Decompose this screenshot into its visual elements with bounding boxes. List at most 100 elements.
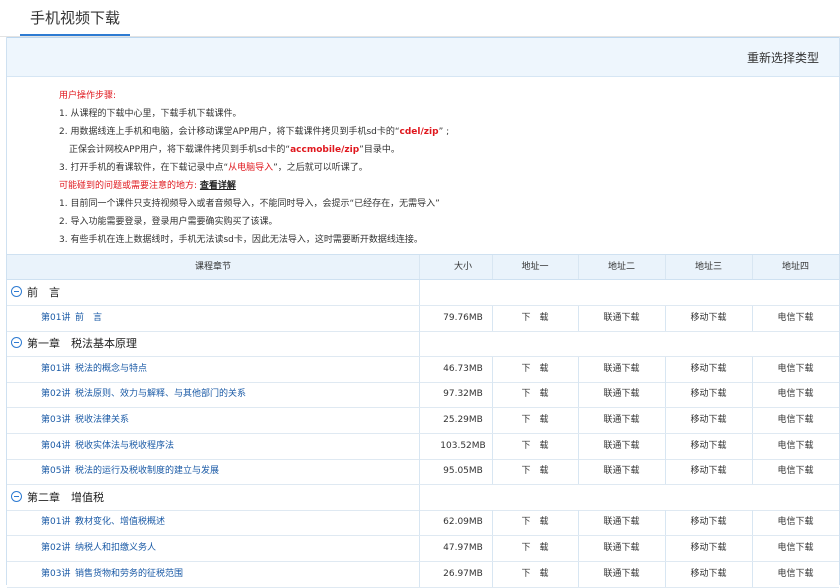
lesson-title: 税收实体法与税收程序法 <box>75 440 175 451</box>
download-panel: 重新选择类型 用户操作步骤: 1. 从课程的下载中心里，下载手机下载课件。 2.… <box>6 37 840 588</box>
issue-2: 2. 导入功能需要登录，登录用户需要确实购买了该课。 <box>59 217 278 227</box>
lesson-number: 第03讲 <box>41 568 71 579</box>
lesson-title: 税法原则、效力与解释、与其他部门的关系 <box>75 389 247 400</box>
divider <box>492 433 493 459</box>
unicom-download-link[interactable]: 联通下载 <box>578 306 665 331</box>
lesson-title: 税法的运行及税收制度的建立与发展 <box>75 466 220 477</box>
download-link[interactable]: 下 载 <box>492 408 578 433</box>
divider <box>752 408 753 433</box>
mobile-download-link[interactable]: 移动下载 <box>665 357 752 382</box>
divider <box>419 382 420 408</box>
step-1: 1. 从课程的下载中心里，下载手机下载课件。 <box>59 109 242 119</box>
lesson-title: 税收法律关系 <box>75 415 130 425</box>
steps-title: 用户操作步骤: <box>59 91 117 101</box>
lesson-row: 第03讲 税收法律关系 25.29MB 下 载联通下载 移动下载 电信下载 <box>7 408 839 434</box>
divider <box>665 305 666 331</box>
lesson-title: 教材变化、增值税概述 <box>75 517 166 528</box>
download-link[interactable]: 下 载 <box>492 357 578 382</box>
panel-header: 重新选择类型 <box>7 37 839 77</box>
mobile-download-link[interactable]: 移动下载 <box>665 306 752 331</box>
divider <box>665 561 666 587</box>
instructions: 用户操作步骤: 1. 从课程的下载中心里，下载手机下载课件。 2. 用数据线连上… <box>59 87 449 249</box>
download-link[interactable]: 下 载 <box>492 536 578 561</box>
lesson-title: 销售货物和劳务的征税范围 <box>75 568 184 579</box>
divider <box>419 484 420 510</box>
lesson-row: 第01讲 教材变化、增值税概述 62.09MB 下 载联通下载 移动下载 电信下载 <box>7 510 839 537</box>
collapse-icon[interactable] <box>11 337 22 349</box>
divider <box>492 536 493 561</box>
import-from-pc-text: 从电脑导入 <box>228 163 274 173</box>
unicom-download-link[interactable]: 联通下载 <box>578 459 665 484</box>
divider <box>419 510 420 536</box>
divider <box>419 536 420 561</box>
telecom-download-link[interactable]: 电信下载 <box>752 562 839 587</box>
divider <box>492 510 493 536</box>
download-link[interactable]: 下 载 <box>492 562 578 587</box>
mobile-download-link[interactable]: 移动下载 <box>665 434 752 459</box>
step-2b: 正保会计网校APP用户，将下载课件拷贝到手机sd卡的“accmobile/zip… <box>69 145 400 155</box>
telecom-download-link[interactable]: 电信下载 <box>752 357 839 382</box>
divider <box>752 255 753 279</box>
issue-3: 3. 有些手机在连上数据线时，手机无法读sd卡，因此无法导入，这时需要断开数据线… <box>59 235 423 245</box>
divider <box>752 305 753 331</box>
divider <box>578 255 579 279</box>
mobile-download-link[interactable]: 移动下载 <box>665 536 752 561</box>
chapter-row: 第一章 税法基本原理 <box>7 331 839 358</box>
header-address-1: 地址一 <box>521 262 549 272</box>
collapse-icon[interactable] <box>11 286 22 297</box>
unicom-download-link[interactable]: 联通下载 <box>578 510 665 535</box>
unicom-download-link[interactable]: 联通下载 <box>578 434 665 459</box>
divider <box>665 459 666 485</box>
mobile-download-link[interactable]: 移动下载 <box>665 382 752 407</box>
unicom-download-link[interactable]: 联通下载 <box>578 382 665 407</box>
unicom-download-link[interactable]: 联通下载 <box>578 408 665 433</box>
issues-line: 可能碰到的问题或需要注意的地方: 查看详解 <box>59 177 449 195</box>
lesson-row: 第05讲 税法的运行及税收制度的建立与发展 95.05MB 下 载联通下载 移动下载 电信… <box>7 459 839 486</box>
telecom-download-link[interactable]: 电信下载 <box>752 536 839 561</box>
telecom-download-link[interactable]: 电信下载 <box>752 434 839 459</box>
lesson-row: 第01讲 税法的概念与特点 46.73MB 下 载联通下载 移动下载 电信下载 <box>7 356 839 383</box>
divider <box>492 305 493 331</box>
download-link[interactable]: 下 载 <box>492 434 578 459</box>
tab-mobile-video-download[interactable]: 手机视频下载 <box>20 0 130 36</box>
divider <box>752 459 753 485</box>
divider <box>578 433 579 459</box>
divider <box>578 536 579 561</box>
header-address-2: 地址二 <box>607 262 635 272</box>
divider <box>578 459 579 485</box>
telecom-download-link[interactable]: 电信下载 <box>752 382 839 407</box>
mobile-download-link[interactable]: 移动下载 <box>665 510 752 535</box>
download-link[interactable]: 下 载 <box>492 382 578 407</box>
unicom-download-link[interactable]: 联通下载 <box>578 562 665 587</box>
top-bar: 手机视频下载 <box>0 0 840 37</box>
lesson-number: 第02讲 <box>41 543 71 553</box>
divider <box>492 356 493 382</box>
telecom-download-link[interactable]: 电信下载 <box>752 510 839 535</box>
divider <box>419 280 420 305</box>
divider <box>578 382 579 408</box>
mobile-download-link[interactable]: 移动下载 <box>665 459 752 484</box>
telecom-download-link[interactable]: 电信下载 <box>752 408 839 433</box>
reselect-type-button[interactable]: 重新选择类型 <box>747 49 819 66</box>
unicom-download-link[interactable]: 联通下载 <box>578 536 665 561</box>
mobile-download-link[interactable]: 移动下载 <box>665 408 752 433</box>
lesson-title: 前 言 <box>75 312 103 323</box>
chapter-row: 第二章 增值税 <box>7 484 839 511</box>
divider <box>578 408 579 433</box>
chapter-title: 第一章 税法基本原理 <box>27 337 137 351</box>
divider <box>578 561 579 587</box>
divider <box>665 433 666 459</box>
collapse-icon[interactable] <box>11 490 22 502</box>
divider <box>752 382 753 408</box>
download-link[interactable]: 下 载 <box>492 306 578 331</box>
download-link[interactable]: 下 载 <box>492 459 578 484</box>
divider <box>492 408 493 433</box>
view-details-link[interactable]: 查看详解 <box>200 181 236 191</box>
divider <box>578 305 579 331</box>
path-cdel-zip: cdel/zip <box>399 127 439 137</box>
telecom-download-link[interactable]: 电信下载 <box>752 459 839 484</box>
unicom-download-link[interactable]: 联通下载 <box>578 357 665 382</box>
telecom-download-link[interactable]: 电信下载 <box>752 306 839 331</box>
mobile-download-link[interactable]: 移动下载 <box>665 562 752 587</box>
download-link[interactable]: 下 载 <box>492 510 578 535</box>
